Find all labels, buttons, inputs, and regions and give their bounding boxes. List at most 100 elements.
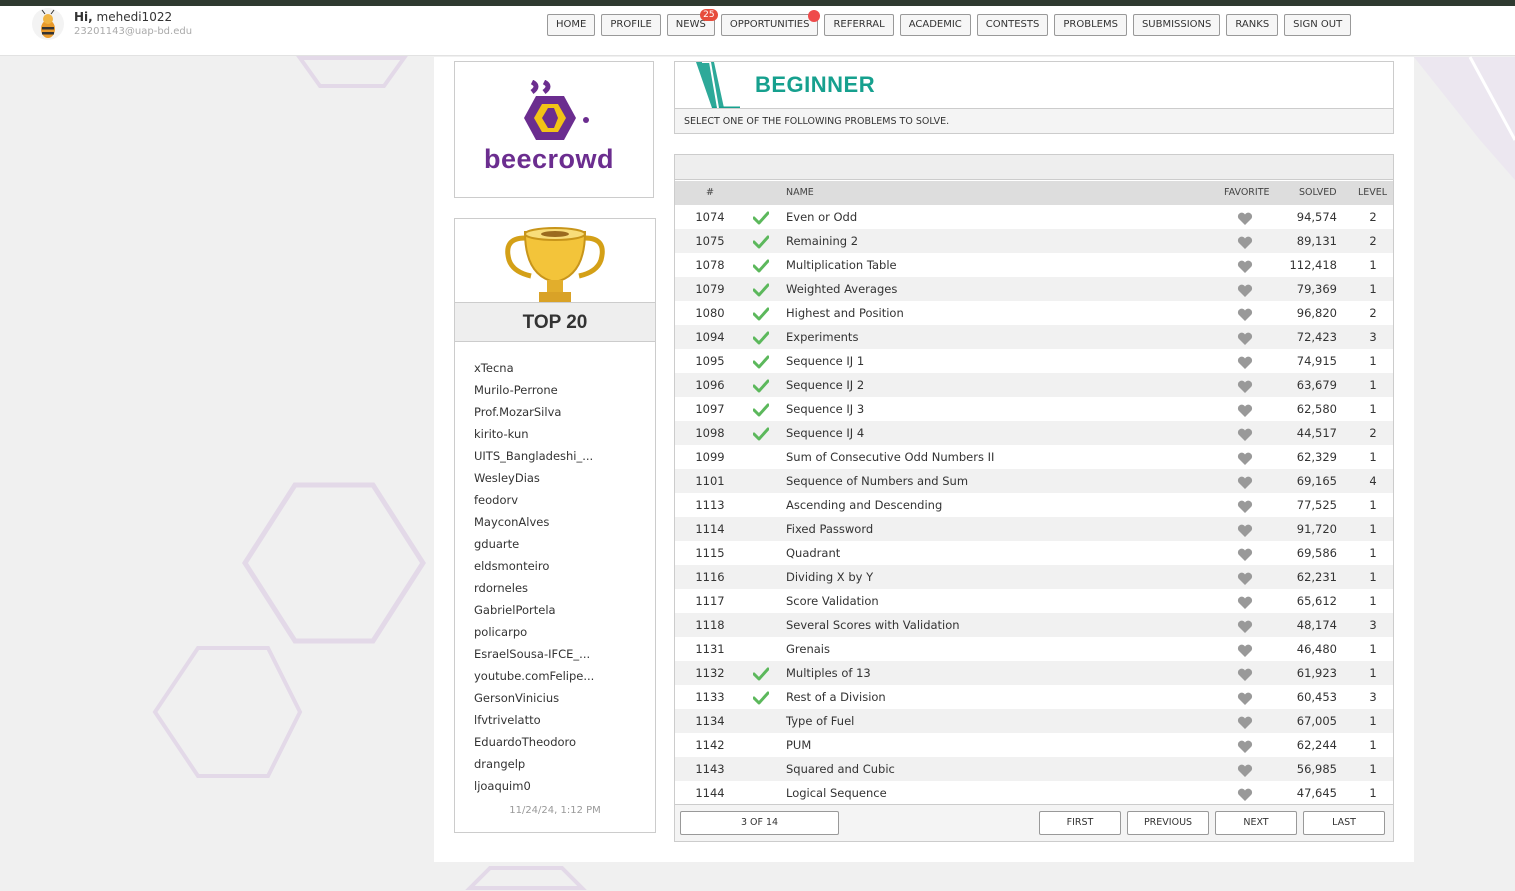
problem-id[interactable]: 1142 — [675, 733, 745, 757]
table-row[interactable]: 1118 Several Scores with Validation 48,174… — [675, 613, 1393, 637]
previous-page-button[interactable]: PREVIOUS — [1127, 811, 1209, 835]
top20-user[interactable]: youtube.comFelipe... — [474, 665, 644, 687]
problem-name-link[interactable]: Ascending and Descending — [786, 493, 942, 517]
last-page-button[interactable]: LAST — [1303, 811, 1385, 835]
problem-name-link[interactable]: Sequence of Numbers and Sum — [786, 469, 968, 493]
top20-user[interactable]: Prof.MozarSilva — [474, 401, 644, 423]
problem-name-link[interactable]: Squared and Cubic — [786, 757, 895, 781]
problem-id[interactable]: 1075 — [675, 229, 745, 253]
nav-problems-button[interactable]: PROBLEMS — [1054, 14, 1127, 36]
table-row[interactable]: 1079 Weighted Averages 79,369 1 — [675, 277, 1393, 301]
table-row[interactable]: 1075 Remaining 2 89,131 2 — [675, 229, 1393, 253]
problem-id[interactable]: 1099 — [675, 445, 745, 469]
problem-id[interactable]: 1080 — [675, 301, 745, 325]
nav-news-button[interactable]: NEWS 25 — [666, 9, 718, 36]
table-row[interactable]: 1115 Quadrant 69,586 1 — [675, 541, 1393, 565]
problem-id[interactable]: 1078 — [675, 253, 745, 277]
table-row[interactable]: 1113 Ascending and Descending 77,525 1 — [675, 493, 1393, 517]
top20-user[interactable]: WesleyDias — [474, 467, 644, 489]
top20-user[interactable]: ljoaquim0 — [474, 775, 644, 797]
table-row[interactable]: 1095 Sequence IJ 1 74,915 1 — [675, 349, 1393, 373]
problem-id[interactable]: 1144 — [675, 781, 745, 805]
top20-user[interactable]: eldsmonteiro — [474, 555, 644, 577]
problem-name-link[interactable]: Weighted Averages — [786, 277, 897, 301]
top20-user[interactable]: GersonVinicius — [474, 687, 644, 709]
next-page-button[interactable]: NEXT — [1215, 811, 1297, 835]
problem-name-link[interactable]: Multiples of 13 — [786, 661, 871, 685]
nav-opportunities-button[interactable]: OPPORTUNITIES — [720, 10, 821, 36]
header-name[interactable]: NAME — [786, 181, 814, 205]
top20-user[interactable]: GabrielPortela — [474, 599, 644, 621]
nav-referral-button[interactable]: REFERRAL — [824, 14, 894, 36]
problem-id[interactable]: 1133 — [675, 685, 745, 709]
table-row[interactable]: 1098 Sequence IJ 4 44,517 2 — [675, 421, 1393, 445]
problem-id[interactable]: 1098 — [675, 421, 745, 445]
table-row[interactable]: 1116 Dividing X by Y 62,231 1 — [675, 565, 1393, 589]
nav-submissions-button[interactable]: SUBMISSIONS — [1132, 14, 1221, 36]
problem-id[interactable]: 1097 — [675, 397, 745, 421]
problem-id[interactable]: 1131 — [675, 637, 745, 661]
problem-name-link[interactable]: Logical Sequence — [786, 781, 887, 805]
problem-name-link[interactable]: Sequence IJ 2 — [786, 373, 864, 397]
problem-name-link[interactable]: Type of Fuel — [786, 709, 854, 733]
header-id[interactable]: # — [675, 181, 745, 205]
username[interactable]: mehedi1022 — [97, 10, 173, 24]
table-row[interactable]: 1099 Sum of Consecutive Odd Numbers II 62,… — [675, 445, 1393, 469]
problem-name-link[interactable]: Grenais — [786, 637, 830, 661]
problem-name-link[interactable]: Fixed Password — [786, 517, 873, 541]
nav-academic-button[interactable]: ACADEMIC — [899, 14, 971, 36]
problem-name-link[interactable]: Sequence IJ 4 — [786, 421, 864, 445]
problem-name-link[interactable]: Experiments — [786, 325, 858, 349]
table-row[interactable]: 1096 Sequence IJ 2 63,679 1 — [675, 373, 1393, 397]
nav-contests-button[interactable]: CONTESTS — [976, 14, 1049, 36]
top20-user[interactable]: policarpo — [474, 621, 644, 643]
table-row[interactable]: 1142 PUM 62,244 1 — [675, 733, 1393, 757]
problem-id[interactable]: 1096 — [675, 373, 745, 397]
problem-name-link[interactable]: Several Scores with Validation — [786, 613, 960, 637]
nav-sign-out-button[interactable]: SIGN OUT — [1284, 14, 1352, 36]
table-row[interactable]: 1097 Sequence IJ 3 62,580 1 — [675, 397, 1393, 421]
table-row[interactable]: 1144 Logical Sequence 47,645 1 — [675, 781, 1393, 805]
problem-id[interactable]: 1113 — [675, 493, 745, 517]
top20-user[interactable]: EduardoTheodoro — [474, 731, 644, 753]
avatar[interactable] — [32, 8, 64, 40]
top20-user[interactable]: xTecna — [474, 357, 644, 379]
problem-id[interactable]: 1101 — [675, 469, 745, 493]
problem-id[interactable]: 1095 — [675, 349, 745, 373]
top20-user[interactable]: UITS_Bangladeshi_... — [474, 445, 644, 467]
table-row[interactable]: 1101 Sequence of Numbers and Sum 69,165 4 — [675, 469, 1393, 493]
problem-id[interactable]: 1074 — [675, 205, 745, 229]
problem-name-link[interactable]: Rest of a Division — [786, 685, 886, 709]
problem-name-link[interactable]: Sequence IJ 1 — [786, 349, 864, 373]
problem-id[interactable]: 1132 — [675, 661, 745, 685]
table-row[interactable]: 1080 Highest and Position 96,820 2 — [675, 301, 1393, 325]
nav-profile-button[interactable]: PROFILE — [601, 14, 661, 36]
problem-id[interactable]: 1118 — [675, 613, 745, 637]
top20-user[interactable]: drangelp — [474, 753, 644, 775]
top20-user[interactable]: MayconAlves — [474, 511, 644, 533]
table-row[interactable]: 1131 Grenais 46,480 1 — [675, 637, 1393, 661]
problem-id[interactable]: 1114 — [675, 517, 745, 541]
problem-name-link[interactable]: Score Validation — [786, 589, 879, 613]
problem-id[interactable]: 1094 — [675, 325, 745, 349]
table-row[interactable]: 1074 Even or Odd 94,574 2 — [675, 205, 1393, 229]
table-row[interactable]: 1143 Squared and Cubic 56,985 1 — [675, 757, 1393, 781]
problem-name-link[interactable]: Dividing X by Y — [786, 565, 873, 589]
table-row[interactable]: 1134 Type of Fuel 67,005 1 — [675, 709, 1393, 733]
first-page-button[interactable]: FIRST — [1039, 811, 1121, 835]
problem-id[interactable]: 1134 — [675, 709, 745, 733]
problem-id[interactable]: 1115 — [675, 541, 745, 565]
table-row[interactable]: 1133 Rest of a Division 60,453 3 — [675, 685, 1393, 709]
table-row[interactable]: 1114 Fixed Password 91,720 1 — [675, 517, 1393, 541]
top20-user[interactable]: kirito-kun — [474, 423, 644, 445]
problem-name-link[interactable]: Sequence IJ 3 — [786, 397, 864, 421]
problem-name-link[interactable]: Even or Odd — [786, 205, 857, 229]
problem-name-link[interactable]: Sum of Consecutive Odd Numbers II — [786, 445, 994, 469]
header-level[interactable]: LEVEL — [1358, 181, 1387, 205]
table-row[interactable]: 1132 Multiples of 13 61,923 1 — [675, 661, 1393, 685]
table-row[interactable]: 1117 Score Validation 65,612 1 — [675, 589, 1393, 613]
problem-name-link[interactable]: PUM — [786, 733, 811, 757]
top20-user[interactable]: EsraelSousa-IFCE_... — [474, 643, 644, 665]
problem-name-link[interactable]: Remaining 2 — [786, 229, 858, 253]
problem-id[interactable]: 1143 — [675, 757, 745, 781]
